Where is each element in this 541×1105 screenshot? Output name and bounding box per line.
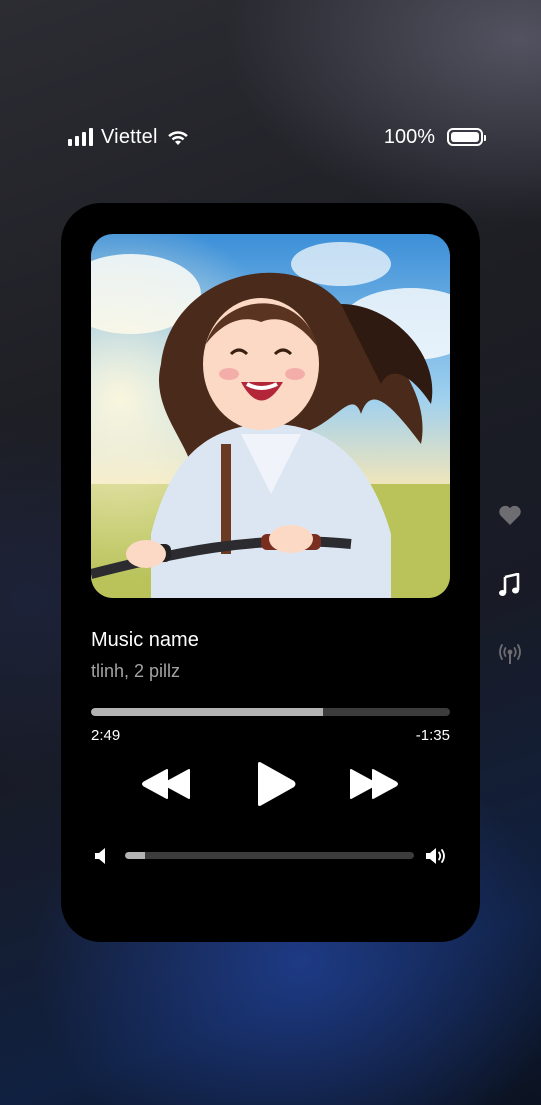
- playback-controls: [61, 758, 480, 808]
- playback-progress-bar[interactable]: [91, 708, 450, 716]
- album-artwork: [91, 234, 450, 598]
- music-tab-button[interactable]: [498, 572, 520, 602]
- time-remaining: -1:35: [415, 727, 450, 744]
- volume-control: [91, 846, 450, 866]
- play-button[interactable]: [255, 761, 297, 807]
- play-icon: [258, 762, 296, 806]
- song-title: Music name: [91, 629, 199, 651]
- favorite-button[interactable]: [498, 505, 522, 531]
- carrier-name: Viettel: [101, 125, 158, 148]
- heart-icon: [499, 505, 521, 525]
- broadcast-button[interactable]: [498, 643, 522, 670]
- music-note-icon: [499, 572, 520, 596]
- volume-low-icon: [95, 848, 105, 864]
- battery-percent: 100%: [383, 125, 435, 148]
- broadcast-icon: [499, 644, 521, 664]
- rewind-button[interactable]: [141, 768, 191, 800]
- music-player-card: Music name tlinh, 2 pillz 2:49 -1:35: [61, 203, 480, 942]
- rewind-icon: [142, 769, 190, 799]
- playback-progress-fill: [91, 708, 323, 716]
- battery-icon: [447, 128, 486, 146]
- status-bar: Viettel 100%: [68, 122, 486, 152]
- time-elapsed: 2:49: [91, 727, 121, 744]
- volume-slider[interactable]: [125, 852, 414, 859]
- wifi-icon: [167, 131, 188, 145]
- song-artist: tlinh, 2 pillz: [91, 661, 181, 681]
- volume-high-icon: [426, 848, 445, 864]
- signal-bars-icon: [68, 128, 93, 146]
- volume-slider-fill: [125, 852, 146, 859]
- fast-forward-button[interactable]: [349, 768, 399, 800]
- fast-forward-icon: [350, 769, 398, 799]
